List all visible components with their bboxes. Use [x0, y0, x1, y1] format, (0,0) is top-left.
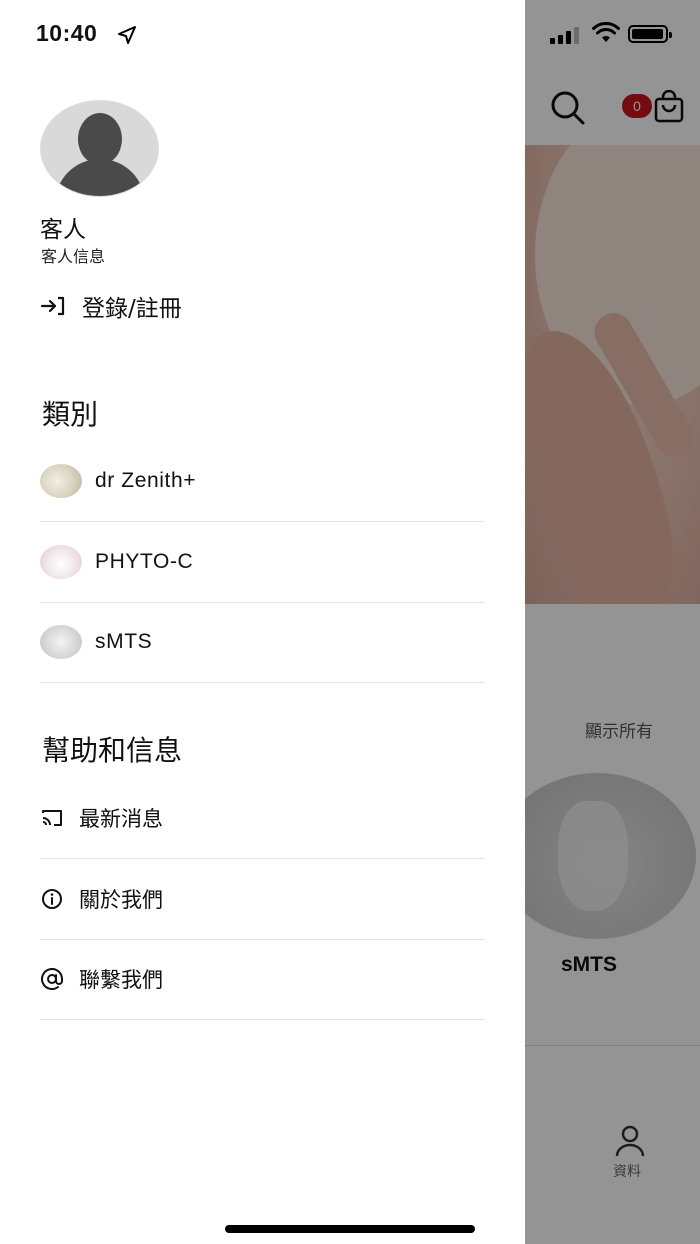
menu-item-contact-us[interactable]: 聯繫我們 — [40, 939, 485, 1020]
status-time: 10:40 — [36, 20, 98, 46]
category-item-label: sMTS — [95, 630, 153, 653]
categories-heading: 類別 — [42, 398, 99, 431]
menu-item-label: 關於我們 — [79, 888, 163, 912]
user-name: 客人 — [40, 217, 86, 243]
category-item-label: PHYTO-C — [95, 550, 194, 573]
cast-icon — [40, 806, 64, 830]
drawer-backdrop[interactable] — [525, 0, 700, 1244]
help-info-heading: 幫助和信息 — [42, 734, 183, 767]
menu-item-news[interactable]: 最新消息 — [40, 778, 485, 859]
home-indicator[interactable] — [225, 1225, 475, 1233]
side-drawer: 10:40 客人 客人信息 登錄/註冊 類別 dr Zenith+ PHYTO-… — [0, 0, 525, 1244]
info-icon — [40, 887, 64, 911]
login-register-button[interactable]: 登錄/註冊 — [40, 290, 182, 322]
category-item-smts[interactable]: sMTS — [40, 602, 485, 683]
menu-item-label: 聯繫我們 — [79, 968, 163, 992]
sign-in-icon — [40, 296, 65, 316]
category-item-dr-zenith[interactable]: dr Zenith+ — [40, 441, 485, 522]
product-thumbnail — [40, 545, 82, 579]
avatar[interactable] — [40, 100, 159, 197]
category-item-phyto-c[interactable]: PHYTO-C — [40, 522, 485, 603]
user-subtitle[interactable]: 客人信息 — [41, 243, 105, 267]
product-thumbnail — [40, 625, 82, 659]
location-arrow-icon — [118, 26, 136, 44]
product-thumbnail — [40, 464, 82, 498]
at-sign-icon — [40, 967, 64, 991]
login-register-label: 登錄/註冊 — [82, 296, 182, 322]
menu-item-about-us[interactable]: 關於我們 — [40, 859, 485, 940]
category-item-label: dr Zenith+ — [95, 469, 197, 492]
menu-item-label: 最新消息 — [79, 807, 163, 831]
